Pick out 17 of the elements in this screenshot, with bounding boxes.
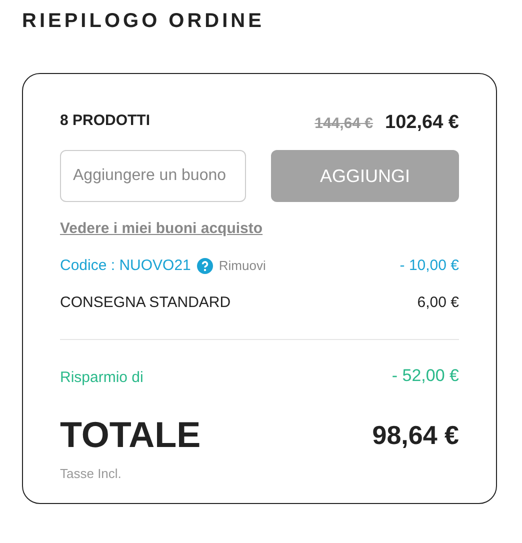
promo-code: Codice : NUOVO21 bbox=[60, 257, 191, 274]
product-count: 8 PRODOTTI bbox=[60, 112, 150, 129]
savings-amount: - 52,00 € bbox=[392, 366, 459, 386]
remove-link[interactable]: Rimuovi bbox=[218, 258, 266, 273]
help-icon[interactable] bbox=[196, 258, 213, 274]
total-amount: 98,64 € bbox=[372, 420, 459, 450]
tax-note: Tasse Incl. bbox=[60, 466, 122, 481]
shipping-amount: 6,00 € bbox=[417, 294, 459, 311]
discount-amount: - 10,00 € bbox=[400, 257, 459, 274]
voucher-input-field[interactable]: Aggiungere un buono bbox=[60, 150, 246, 202]
savings-label: Risparmio di bbox=[60, 369, 144, 386]
page-title: RIEPILOGO ORDINE bbox=[22, 10, 266, 33]
total-label: TOTALE bbox=[60, 414, 201, 456]
shipping-label: CONSEGNA STANDARD bbox=[60, 294, 231, 311]
subtotal-price: 102,64 € bbox=[385, 112, 459, 134]
vouchers-link[interactable]: Vedere i miei buoni acquisto bbox=[60, 220, 263, 237]
original-price: 144,64 € bbox=[314, 115, 374, 132]
